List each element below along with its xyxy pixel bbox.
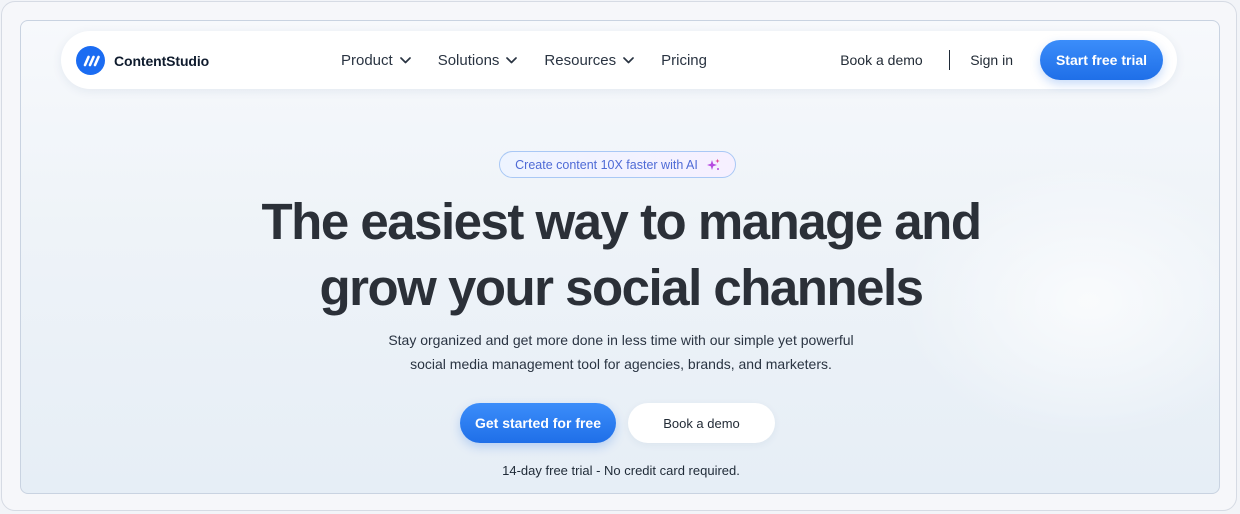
sparkle-icon <box>706 158 720 172</box>
brand-logo[interactable]: ContentStudio <box>76 46 209 75</box>
nav-item-label: Solutions <box>437 51 500 69</box>
chevron-down-icon <box>399 56 411 64</box>
chevron-down-icon <box>623 56 634 64</box>
nav-item-solutions[interactable]: Solutions <box>438 52 518 69</box>
ai-badge: Create content 10X faster with AI <box>499 151 736 178</box>
chevron-down-icon <box>506 56 518 64</box>
nav-divider <box>948 50 951 70</box>
ai-badge-label: Create content 10X faster with AI <box>515 157 698 172</box>
nav-item-label: Product <box>341 51 393 69</box>
hero-title-line-2: grow your social channels <box>319 259 924 316</box>
top-navbar: ContentStudio Product Solutions Resource… <box>61 31 1177 89</box>
start-free-trial-button[interactable]: Start free trial <box>1040 40 1163 80</box>
hero-subtitle-line-1: Stay organized and get more done in less… <box>388 332 854 348</box>
nav-item-product[interactable]: Product <box>341 52 411 69</box>
hero-title: The easiest way to manage and grow your … <box>21 189 1219 321</box>
book-demo-button[interactable]: Book a demo <box>628 403 775 443</box>
hero-subtitle: Stay organized and get more done in less… <box>21 328 1219 376</box>
nav-item-pricing[interactable]: Pricing <box>661 52 707 69</box>
contentstudio-logo-icon <box>76 46 105 75</box>
hero-title-line-1: The easiest way to manage and <box>261 193 982 250</box>
brand-name: ContentStudio <box>114 52 210 69</box>
sign-in-link[interactable]: Sign in <box>970 52 1013 68</box>
page-viewport: ContentStudio Product Solutions Resource… <box>20 20 1220 494</box>
book-demo-link[interactable]: Book a demo <box>840 52 923 68</box>
nav-actions: Book a demo Sign in Start free trial <box>840 31 1163 89</box>
hero-subtitle-line-2: social media management tool for agencie… <box>410 356 832 372</box>
main-menu: Product Solutions Resources Pricing <box>341 31 734 89</box>
get-started-button[interactable]: Get started for free <box>460 403 616 443</box>
trial-note: 14-day free trial - No credit card requi… <box>502 463 740 478</box>
nav-item-label: Resources <box>544 51 617 69</box>
nav-item-label: Pricing <box>661 51 707 69</box>
nav-item-resources[interactable]: Resources <box>544 52 634 69</box>
